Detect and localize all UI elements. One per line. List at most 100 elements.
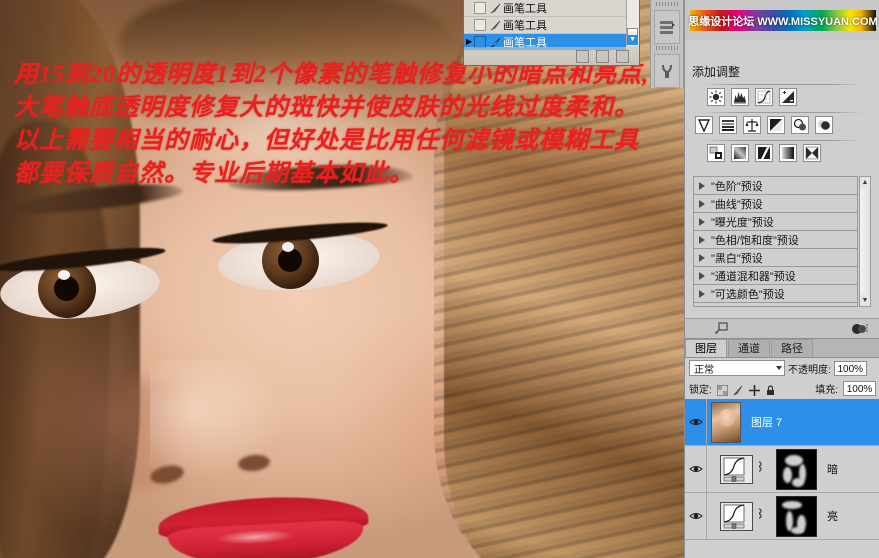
adjustment-icons-row-3[interactable] xyxy=(707,144,821,162)
curves-adjustment-thumbnail[interactable] xyxy=(720,501,753,531)
lock-transparent-icon[interactable] xyxy=(716,383,729,396)
annotation-text: 用15到20的透明度1到2个像素的笔触修复小的暗点和亮点, 大笔触底透明度修复大… xyxy=(14,60,654,192)
layer-mask-thumbnail[interactable] xyxy=(776,448,817,490)
history-scroll-down-button[interactable]: ▼ xyxy=(627,35,638,45)
lock-all-icon[interactable] xyxy=(765,383,776,395)
left-eye xyxy=(0,243,169,326)
layer-visibility-toggle[interactable] xyxy=(685,445,707,493)
image-canvas[interactable]: 用15到20的透明度1到2个像素的笔触修复小的暗点和亮点, 大笔触底透明度修复大… xyxy=(0,0,684,558)
delete-state-icon[interactable] xyxy=(616,49,629,63)
right-eye xyxy=(210,218,390,300)
history-panel[interactable]: 画笔工具 画笔工具 ▶ 画笔工具 ▼ xyxy=(463,0,640,66)
layer-visibility-toggle[interactable] xyxy=(685,492,707,540)
preset-item[interactable]: "通道混和器"预设 xyxy=(694,267,857,285)
preset-label: "曲线"预设 xyxy=(711,198,763,211)
right-panel-dock: 思缘设计论坛 WWW.MISSYUAN.COM 调整 蒙版 添加调整 xyxy=(684,0,879,558)
gradient-map-icon[interactable] xyxy=(779,144,797,162)
history-panel-icon[interactable] xyxy=(654,10,680,44)
curves-icon[interactable] xyxy=(755,88,773,106)
posterize-icon[interactable] xyxy=(731,144,749,162)
levels-icon[interactable] xyxy=(731,88,749,106)
adjustment-icons-row-2[interactable] xyxy=(695,116,833,134)
color-balance-icon[interactable] xyxy=(743,116,761,134)
fill-input[interactable]: 100% xyxy=(843,380,876,396)
adjustment-presets-list[interactable]: "色阶"预设 "曲线"预设 "曝光度"预设 "色相/饱和度"预设 "黑白"预设 … xyxy=(693,176,858,307)
dock-grip[interactable] xyxy=(656,46,678,50)
divider xyxy=(703,140,863,141)
layer-name[interactable]: 亮 xyxy=(827,508,838,524)
preset-item[interactable]: "曲线"预设 xyxy=(694,195,857,213)
brush-tool-icon xyxy=(488,19,503,31)
history-state-list[interactable]: 画笔工具 画笔工具 ▶ 画笔工具 xyxy=(464,0,626,51)
curves-adjustment-thumbnail[interactable] xyxy=(720,454,753,484)
layer-mask-thumbnail[interactable] xyxy=(776,495,817,537)
lock-row: 锁定: 填充: 100% xyxy=(685,379,879,397)
lock-label: 锁定: xyxy=(689,384,712,396)
history-scrollbar[interactable]: ▼ xyxy=(626,0,639,46)
hue-saturation-icon[interactable] xyxy=(719,116,737,134)
chevron-right-icon xyxy=(699,289,705,298)
tab-layers[interactable]: 图层 xyxy=(685,339,727,357)
lock-position-icon[interactable] xyxy=(748,383,760,396)
preset-item[interactable]: "黑白"预设 xyxy=(694,249,857,267)
channel-mixer-icon[interactable] xyxy=(815,116,833,134)
chevron-right-icon xyxy=(699,217,705,226)
tab-paths[interactable]: 路径 xyxy=(771,339,813,357)
add-adjustment-title: 添加调整 xyxy=(692,65,741,79)
photo-filter-icon[interactable] xyxy=(791,116,809,134)
adjustment-icons-row-1[interactable] xyxy=(707,88,797,106)
layers-panel-tabs[interactable]: 图层 通道 路径 xyxy=(685,339,879,358)
vibrance-icon[interactable] xyxy=(695,116,713,134)
actions-panel-icon[interactable] xyxy=(654,54,680,88)
preset-label: "色相/饱和度"预设 xyxy=(711,234,799,247)
history-row-label: 画笔工具 xyxy=(503,20,547,32)
history-brush-source-checkbox[interactable] xyxy=(474,19,486,31)
lock-image-icon[interactable] xyxy=(733,383,744,395)
brush-tool-icon xyxy=(488,2,503,14)
history-row[interactable]: 画笔工具 xyxy=(464,0,626,17)
layer-row[interactable]: 亮 xyxy=(685,492,879,540)
black-white-icon[interactable] xyxy=(767,116,785,134)
scroll-down-button[interactable]: ▼ xyxy=(860,295,870,306)
annotation-line-2: 大笔触底透明度修复大的斑快并使皮肤的光线过度柔和。 xyxy=(14,95,639,121)
layer-thumbnail[interactable] xyxy=(711,401,741,443)
threshold-icon[interactable] xyxy=(755,144,773,162)
dock-grip[interactable] xyxy=(656,2,678,6)
preset-item[interactable]: "曝光度"预设 xyxy=(694,213,857,231)
preset-label: "黑白"预设 xyxy=(711,252,763,265)
preset-item[interactable]: "可选颜色"预设 xyxy=(694,285,857,303)
collapsed-panel-dock[interactable] xyxy=(650,0,684,88)
preset-label: "色阶"预设 xyxy=(711,180,763,193)
scroll-up-button[interactable]: ▲ xyxy=(860,177,870,188)
tab-channels[interactable]: 通道 xyxy=(728,339,770,357)
opacity-label: 不透明度: xyxy=(788,364,831,376)
scrollbar-track[interactable] xyxy=(860,188,870,295)
exposure-icon[interactable] xyxy=(779,88,797,106)
fill-label: 填充: xyxy=(815,384,838,396)
layers-panel: 图层 通道 路径 正常 不透明度: 100% 锁定: 填充: 100% 图层 7… xyxy=(685,338,879,558)
preset-item[interactable]: "色阶"预设 xyxy=(694,177,857,195)
mask-link-icon[interactable] xyxy=(755,460,764,478)
selective-color-icon[interactable] xyxy=(803,144,821,162)
invert-icon[interactable] xyxy=(707,144,725,162)
history-row[interactable]: 画笔工具 xyxy=(464,17,626,34)
layer-row-selected[interactable]: 图层 7 xyxy=(685,398,879,446)
mask-link-icon[interactable] xyxy=(755,507,764,525)
new-snapshot-icon[interactable] xyxy=(596,49,609,63)
photoshop-window: 用15到20的透明度1到2个像素的笔触修复小的暗点和亮点, 大笔触底透明度修复大… xyxy=(0,0,879,558)
history-brush-source-checkbox[interactable] xyxy=(474,2,486,14)
history-current-state-arrow: ▶ xyxy=(466,37,473,46)
blend-mode-row: 正常 不透明度: 100% xyxy=(685,359,879,377)
layer-row[interactable]: 暗 xyxy=(685,445,879,493)
preset-item[interactable]: "色相/饱和度"预设 xyxy=(694,231,857,249)
layer-name[interactable]: 图层 7 xyxy=(751,414,782,430)
presets-scrollbar[interactable]: ▲ ▼ xyxy=(859,176,871,307)
history-row-label: 画笔工具 xyxy=(503,3,547,15)
blend-mode-select[interactable]: 正常 xyxy=(689,360,785,376)
adjustments-panel: 添加调整 "色阶"预设 "曲线"预设 "曝光度"预设 "色相/饱和度"预设 "黑… xyxy=(685,40,879,323)
new-document-from-state-icon[interactable] xyxy=(576,49,589,63)
layer-name[interactable]: 暗 xyxy=(827,461,838,477)
opacity-input[interactable]: 100% xyxy=(833,360,867,376)
layer-visibility-toggle[interactable] xyxy=(685,398,707,446)
brightness-contrast-icon[interactable] xyxy=(707,88,725,106)
